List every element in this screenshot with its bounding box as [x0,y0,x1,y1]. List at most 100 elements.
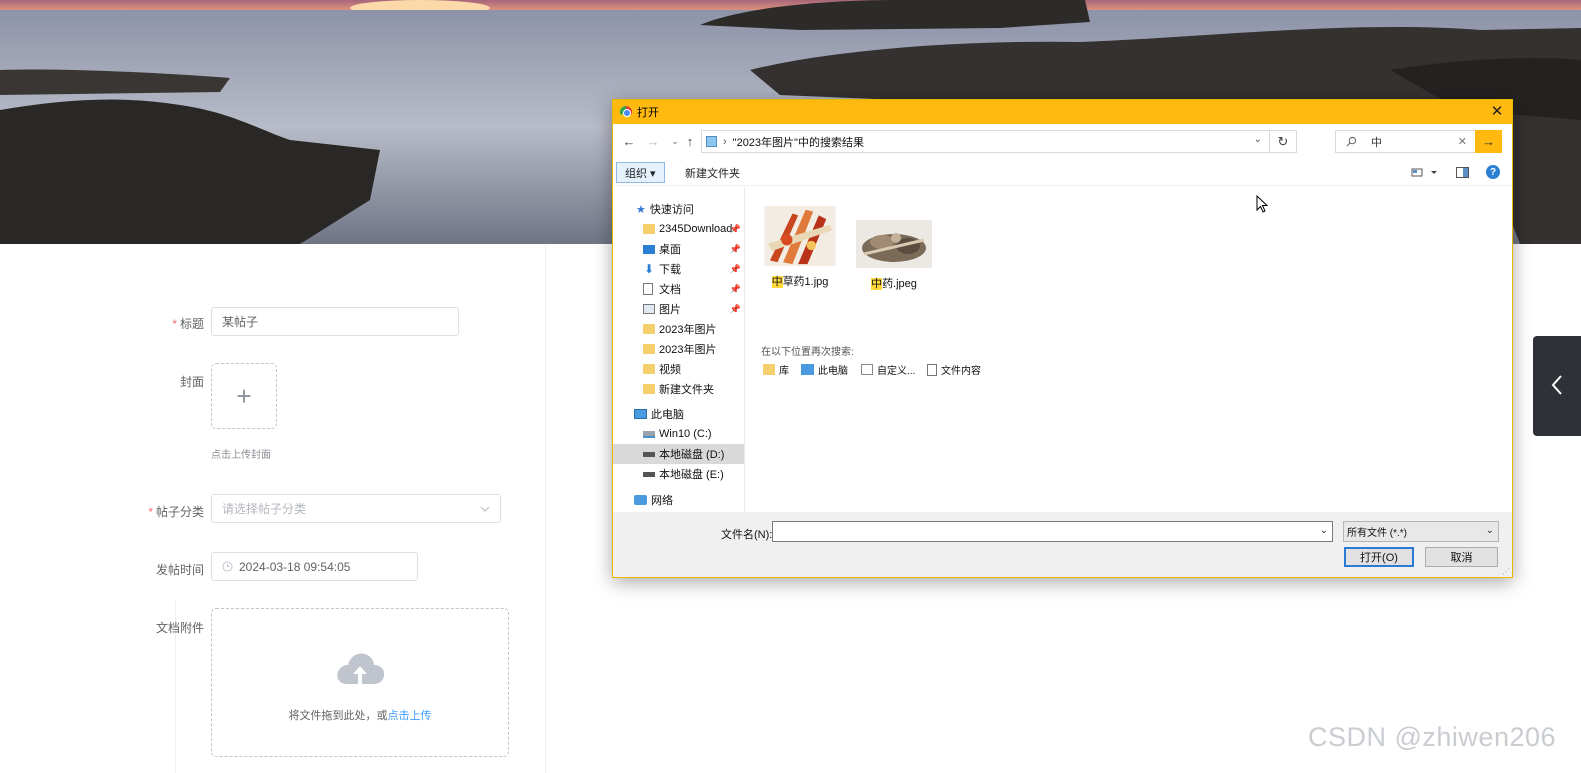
clock-icon [222,561,233,572]
chevron-down-icon[interactable]: ⌄ [1320,525,1328,536]
chevron-down-icon[interactable]: ⌄ [1254,134,1262,145]
desktop-icon [643,244,655,254]
folder-icon [643,324,655,334]
search-again-libraries[interactable]: 库 [763,362,789,377]
chevron-down-icon: ⌄ [1485,525,1494,536]
search-again-title: 在以下位置再次搜索: [761,347,854,358]
file-type-filter[interactable]: 所有文件 (*.*) ⌄ [1343,521,1499,542]
computer-icon [634,409,647,419]
tree-item-quick-access[interactable]: ★ 快速访问 [613,199,744,219]
mouse-cursor-icon [1256,194,1269,216]
match-highlight: 中 [871,278,883,290]
cloud-upload-icon [333,648,387,693]
file-name: 中草药1.jpg [759,273,841,289]
cover-uploader[interactable]: + [211,363,277,429]
open-button[interactable]: 打开(O) [1344,547,1414,567]
tree-item-pictures[interactable]: 图片 📌 [613,299,744,319]
tree-item-folder[interactable]: 2023年图片 [613,319,744,339]
match-highlight: 中 [771,276,783,288]
cancel-button[interactable]: 取消 [1425,547,1498,567]
view-options-icon[interactable] [1411,167,1437,179]
close-icon[interactable]: ✕ [1488,102,1506,121]
column-divider [545,244,546,773]
attach-text: 将文件拖到此处，或点击上传 [289,707,432,723]
pictures-icon [643,304,655,314]
category-select[interactable]: 请选择帖子分类 [211,494,501,523]
filename-label: 文件名(N): [721,529,773,541]
file-type-value: 所有文件 (*.*) [1347,528,1407,539]
organize-button[interactable]: 组织 ▾ [616,162,665,183]
search-again-label: 库 [779,366,789,377]
address-bar[interactable]: › "2023年图片"中的搜索结果 ⌄ ↻ [701,130,1297,153]
tree-item-drive[interactable]: 本地磁盘 (E:) [613,464,744,484]
tree-item-network[interactable]: 网络 [613,490,744,510]
chevron-left-icon [1550,374,1564,399]
time-picker[interactable]: 2024-03-18 09:54:05 [211,552,418,581]
watermark: CSDN @zhiwen206 [1308,722,1557,752]
tree-item-drive[interactable]: Win10 (C:) [613,424,744,444]
navigation-bar: ← → ⌄ ↑ › "2023年图片"中的搜索结果 ⌄ ↻ 中 ✕ → [613,126,1512,158]
search-go-arrow-icon[interactable]: → [1475,130,1502,153]
help-icon[interactable]: ? [1486,165,1500,179]
file-open-dialog: 打开 ✕ ← → ⌄ ↑ › "2023年图片"中的搜索结果 ⌄ ↻ 中 ✕ → [612,99,1513,578]
file-item[interactable]: 中药.jpeg [853,220,935,291]
tree-item-folder[interactable]: 2023年图片 [613,339,744,359]
tree-item-label: 本地磁盘 (E:) [659,469,724,481]
clear-search-icon[interactable]: ✕ [1458,135,1467,148]
attach-upload-link[interactable]: 点击上传 [388,710,432,722]
time-label: 发帖时间 [155,563,204,577]
search-again-label: 此电脑 [818,366,848,377]
file-item[interactable]: 中草药1.jpg [759,206,841,289]
star-icon: ★ [636,203,646,216]
library-icon [763,364,775,375]
folder-icon [643,384,655,394]
file-name-rest: 药.jpeg [882,278,917,290]
page-root: * 标题 某帖子 封面 + 点击上传封面 * 帖子分类 请选择帖子分类 发帖时间 2… [0,0,1581,773]
tree-item-this-pc[interactable]: 此电脑 [613,404,744,424]
tree-item-folder[interactable]: 新建文件夹 [613,379,744,399]
tree-item-folder[interactable]: 视频 [613,359,744,379]
preview-pane-icon[interactable] [1456,167,1469,178]
tree-item-folder[interactable]: 2345Download 📌 [613,219,744,239]
computer-icon [801,364,814,375]
search-box[interactable]: 中 ✕ → [1335,130,1502,153]
folder-icon [643,344,655,354]
tree-item-drive-selected[interactable]: 本地磁盘 (D:) [613,444,744,464]
filename-input[interactable]: ⌄ [772,521,1333,542]
side-collapse-toggle[interactable] [1533,336,1581,436]
refresh-icon[interactable]: ↻ [1269,131,1296,152]
tree-item-label: 2023年图片 [659,324,717,336]
search-again-this-pc[interactable]: 此电脑 [801,362,848,377]
pin-icon: 📌 [729,223,741,234]
dialog-titlebar[interactable]: 打开 ✕ [613,100,1512,124]
dialog-footer: 文件名(N): ⌄ 所有文件 (*.*) ⌄ 打开(O) 取消 ⋰ [613,512,1512,577]
title-label: * 标题 [114,315,204,332]
recent-dropdown-icon[interactable]: ⌄ [667,136,683,147]
tree-item-documents[interactable]: 文档 📌 [613,279,744,299]
tree-item-label: 下载 [659,264,681,276]
custom-location-icon [861,364,873,375]
file-name-rest: 草药1.jpg [782,276,829,288]
title-input[interactable]: 某帖子 [211,307,459,336]
tree-item-label: 快速访问 [649,204,694,216]
tree-item-label: 此电脑 [651,409,684,421]
new-folder-button[interactable]: 新建文件夹 [677,162,748,183]
back-arrow-icon[interactable]: ← [621,134,637,149]
breadcrumb-separator: › [723,135,727,148]
tree-item-downloads[interactable]: ⬇ 下载 📌 [613,259,744,279]
attach-label: 文档附件 [155,621,204,635]
resize-grip-icon[interactable]: ⋰ [1502,567,1510,576]
search-input-value: 中 [1371,136,1382,149]
up-arrow-icon[interactable]: ↑ [682,134,698,149]
pin-icon: 📌 [729,243,741,254]
attachment-dropzone[interactable]: 将文件拖到此处，或点击上传 [211,608,509,757]
search-again-file-contents[interactable]: 文件内容 [927,362,981,377]
tree-item-label: Win10 (C:) [659,428,712,440]
download-arrow-icon: ⬇ [643,262,655,276]
search-icon [1346,136,1357,147]
required-mark: * [148,505,153,519]
tree-item-label: 视频 [659,364,681,376]
tree-item-desktop[interactable]: 桌面 📌 [613,239,744,259]
forward-arrow-icon[interactable]: → [645,134,661,149]
search-again-custom[interactable]: 自定义... [861,362,915,377]
